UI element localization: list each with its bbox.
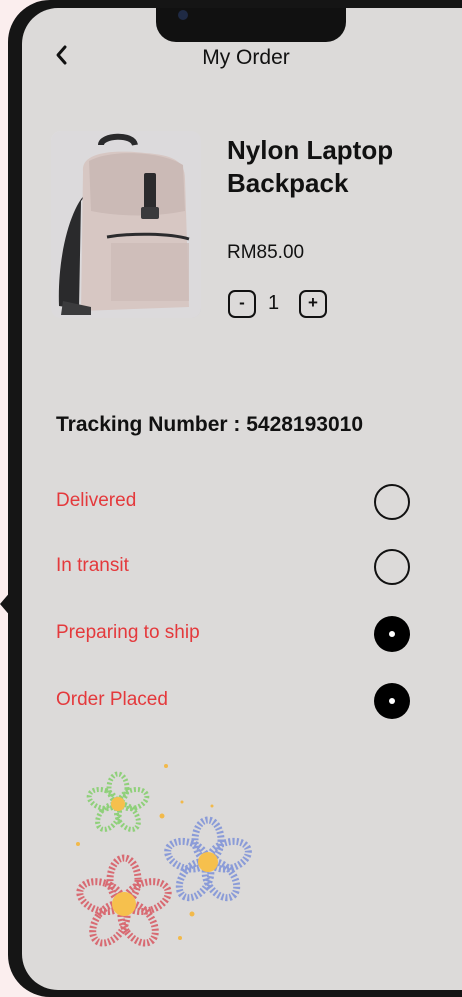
status-label: Delivered xyxy=(56,490,137,511)
quantity-value: 1 xyxy=(268,292,280,314)
phone-frame: My Order Nylon Laptop Backpack RM85.00 -… xyxy=(8,0,462,997)
backpack-illustration xyxy=(51,131,201,318)
status-label: In transit xyxy=(56,555,129,576)
status-radio[interactable] xyxy=(374,484,410,520)
status-label: Order Placed xyxy=(56,689,168,710)
app-screen: My Order Nylon Laptop Backpack RM85.00 -… xyxy=(22,8,462,990)
status-radio[interactable] xyxy=(374,616,410,652)
green-flower-icon xyxy=(86,771,150,832)
product-name: Nylon Laptop Backpack xyxy=(227,135,394,198)
status-label: Preparing to ship xyxy=(56,622,200,643)
status-radio[interactable] xyxy=(374,683,410,719)
camera-icon xyxy=(178,10,188,20)
decrease-quantity-button[interactable]: - xyxy=(228,290,256,318)
status-row-order-placed: Order Placed xyxy=(56,683,416,719)
status-row-delivered: Delivered xyxy=(56,484,416,520)
tracking-number: Tracking Number : 5428193010 xyxy=(56,413,364,436)
status-radio[interactable] xyxy=(374,549,410,585)
flowers-decoration xyxy=(76,764,252,947)
status-row-in-transit: In transit xyxy=(56,549,416,585)
status-row-preparing: Preparing to ship xyxy=(56,616,416,652)
product-price: RM85.00 xyxy=(227,242,305,263)
product-image xyxy=(51,131,201,318)
phone-notch xyxy=(156,8,346,42)
red-flower-icon xyxy=(76,854,172,947)
increase-quantity-button[interactable]: + xyxy=(299,290,327,318)
blue-flower-icon xyxy=(164,816,252,902)
page-title: My Order xyxy=(202,46,290,69)
